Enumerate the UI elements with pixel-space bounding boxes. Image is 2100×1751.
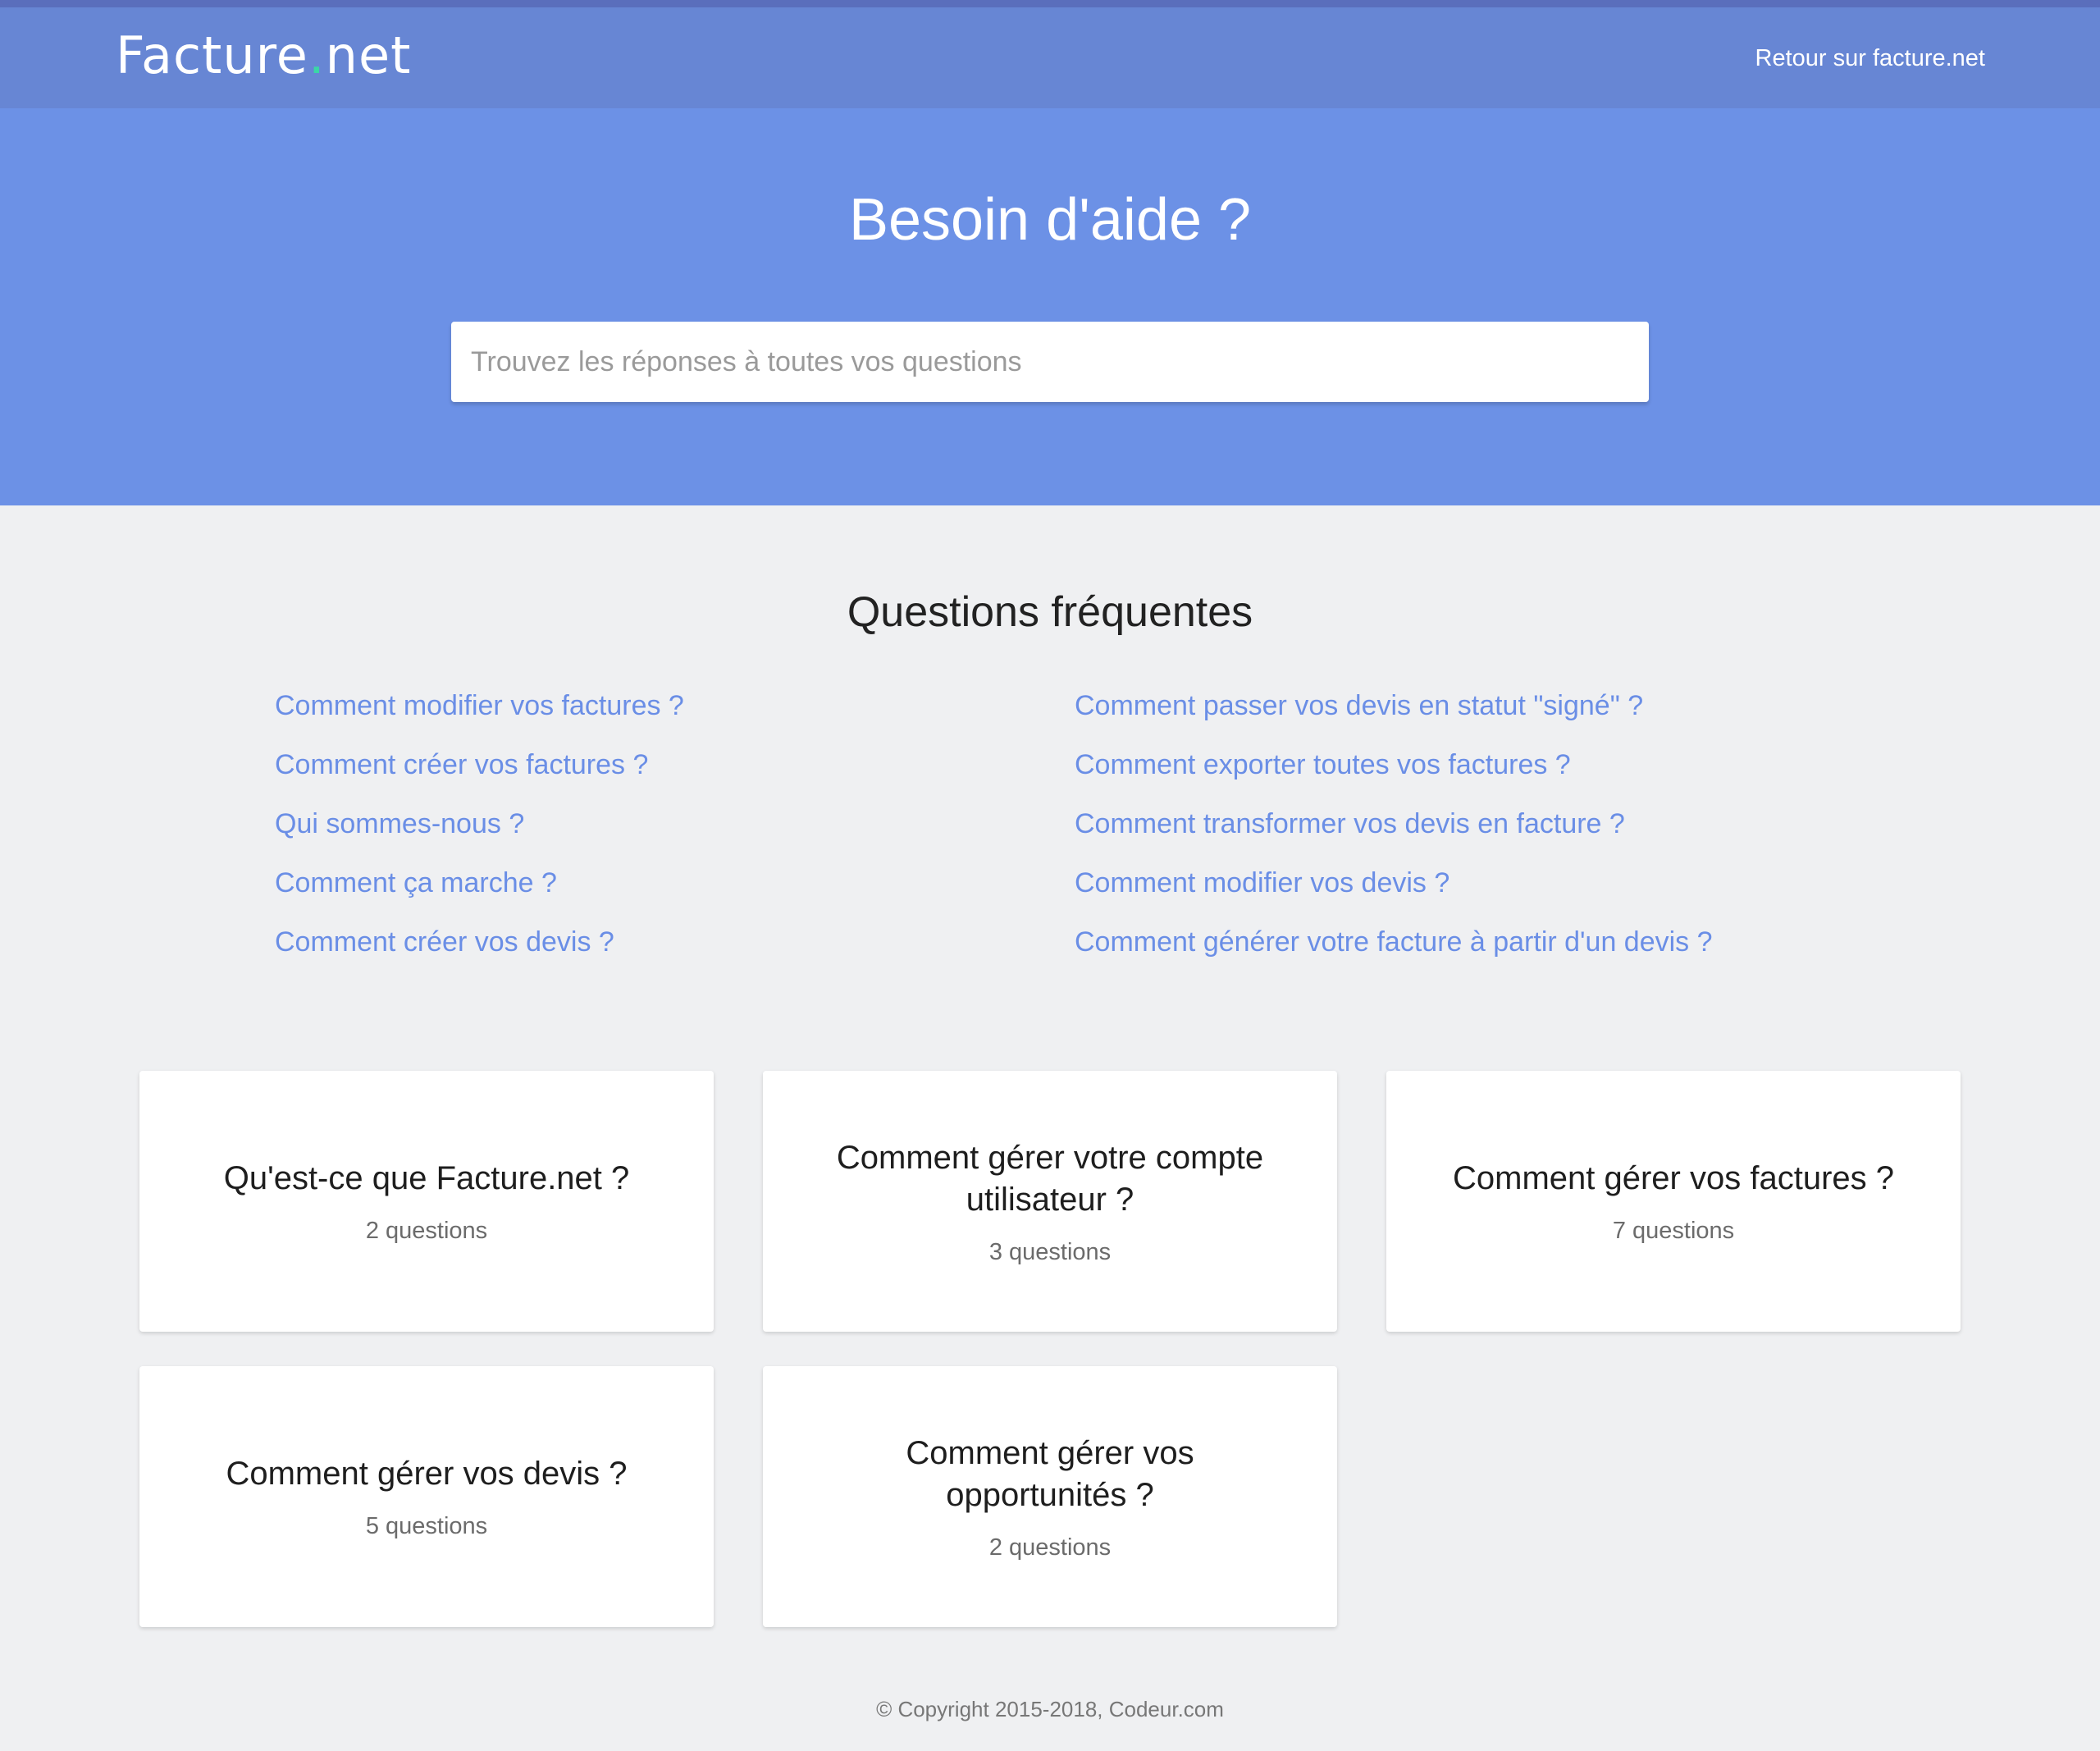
category-title: Comment gérer vos factures ? — [1453, 1160, 1894, 1196]
search-input[interactable] — [451, 322, 1649, 402]
faq-link[interactable]: Comment modifier vos factures ? — [275, 688, 684, 747]
category-title: Qu'est-ce que Facture.net ? — [223, 1160, 630, 1196]
faq-link[interactable]: Comment ça marche ? — [275, 865, 684, 924]
faq-link[interactable]: Comment modifier vos devis ? — [1075, 865, 1713, 924]
faq-list-left: Comment modifier vos factures ? Comment … — [275, 688, 684, 983]
faq-link[interactable]: Comment exporter toutes vos factures ? — [1075, 747, 1713, 806]
category-question-count: 2 questions — [365, 1218, 488, 1244]
faq-list-right: Comment passer vos devis en statut "sign… — [1075, 688, 1713, 983]
search-box — [451, 322, 1649, 402]
faq-link[interactable]: Comment créer vos factures ? — [275, 747, 684, 806]
hero-section: Besoin d'aide ? — [0, 108, 2100, 505]
category-card[interactable]: Comment gérer votre compte utilisateur ?… — [763, 1071, 1337, 1332]
category-title: Comment gérer vos opportunités ? — [906, 1434, 1194, 1513]
page-title: Besoin d'aide ? — [848, 187, 1252, 253]
category-question-count: 2 questions — [988, 1534, 1112, 1561]
footer-copyright: © Copyright 2015-2018, Codeur.com — [876, 1697, 1224, 1721]
category-question-count: 7 questions — [1612, 1218, 1735, 1244]
logo-tld: net — [325, 25, 412, 85]
faq-link[interactable]: Comment passer vos devis en statut "sign… — [1075, 688, 1713, 747]
category-title: Comment gérer vos devis ? — [226, 1456, 628, 1492]
faq-link[interactable]: Comment transformer vos devis en facture… — [1075, 806, 1713, 865]
faq-link[interactable]: Comment générer votre facture à partir d… — [1075, 924, 1713, 983]
faq-heading: Questions fréquentes — [847, 588, 1253, 636]
category-card[interactable]: Comment gérer vos opportunités ? 2 quest… — [763, 1366, 1337, 1627]
category-card[interactable]: Qu'est-ce que Facture.net ? 2 questions — [139, 1071, 714, 1332]
top-accent-bar — [0, 0, 2100, 7]
category-title: Comment gérer votre compte utilisateur ? — [836, 1139, 1264, 1218]
navbar: Facture.net Retour sur facture.net — [0, 7, 2100, 108]
category-question-count: 3 questions — [988, 1238, 1112, 1265]
logo-dot: . — [308, 25, 326, 85]
faq-link[interactable]: Comment créer vos devis ? — [275, 924, 684, 983]
faq-link[interactable]: Qui sommes-nous ? — [275, 806, 684, 865]
logo-main: Facture — [116, 25, 308, 85]
category-question-count: 5 questions — [365, 1513, 488, 1539]
site-logo[interactable]: Facture.net — [116, 30, 411, 81]
back-to-site-link[interactable]: Retour sur facture.net — [1755, 45, 1985, 72]
category-card[interactable]: Comment gérer vos devis ? 5 questions — [139, 1366, 714, 1627]
category-card[interactable]: Comment gérer vos factures ? 7 questions — [1386, 1071, 1961, 1332]
